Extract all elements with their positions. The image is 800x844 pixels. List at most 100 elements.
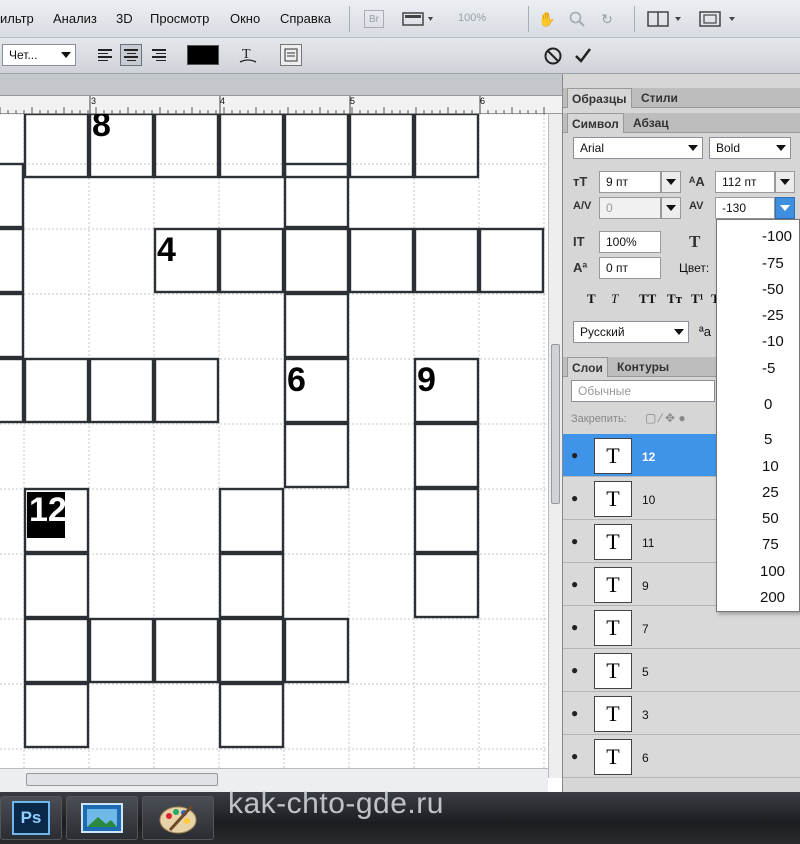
superscript-button[interactable]: T¹ <box>691 291 704 307</box>
eye-icon[interactable]: ● <box>571 706 583 720</box>
tracking-option[interactable]: -5 <box>762 360 775 377</box>
menu-filter[interactable]: ильтр <box>0 11 34 26</box>
tracking-option[interactable]: 10 <box>762 458 779 475</box>
crossword-grid: 8 4 6 9 12 <box>0 114 548 770</box>
scroll-thumb[interactable] <box>551 344 560 504</box>
photoshop-taskbar-button[interactable]: Ps <box>0 796 62 840</box>
menu-analysis[interactable]: Анализ <box>53 11 97 26</box>
menu-view[interactable]: Просмотр <box>150 11 209 26</box>
crossword-cell <box>413 487 480 554</box>
br-icon[interactable]: Br <box>364 10 384 28</box>
menu-separator <box>349 6 350 32</box>
kerning-field[interactable]: 0 <box>599 197 661 219</box>
eye-icon[interactable]: ● <box>571 749 583 763</box>
tab-paths[interactable]: Контуры <box>617 360 669 374</box>
character-panel-icon[interactable] <box>280 44 302 66</box>
tab-styles[interactable]: Стили <box>641 91 678 105</box>
paint-taskbar-button[interactable] <box>142 796 214 840</box>
eye-icon[interactable]: ● <box>571 620 583 634</box>
tracking-option[interactable]: -100 <box>762 228 792 245</box>
kerning-dropdown[interactable] <box>661 197 681 219</box>
tracking-option[interactable]: -50 <box>762 281 784 298</box>
vertical-scale-field[interactable]: 100% <box>599 231 661 253</box>
zoom-level[interactable]: 100% <box>458 12 486 24</box>
faux-italic-button[interactable]: T <box>611 291 618 307</box>
lock-icons[interactable]: ▢ ⁄ ✥ ● <box>645 411 686 425</box>
crossword-cell <box>283 227 350 294</box>
tracking-option[interactable]: -75 <box>762 255 784 272</box>
screen-mode-icon[interactable] <box>402 10 436 28</box>
align-center-button[interactable] <box>120 44 142 66</box>
eye-icon[interactable]: ● <box>571 577 583 591</box>
tracking-option[interactable]: -10 <box>762 333 784 350</box>
language-select[interactable]: Русский <box>573 321 689 343</box>
ruler-label: 3 <box>91 96 97 106</box>
leading-dropdown[interactable] <box>775 171 795 193</box>
menu-help[interactable]: Справка <box>280 11 331 26</box>
tracking-option[interactable]: 5 <box>764 431 772 448</box>
tracking-dropdown-list[interactable]: -100 -75 -50 -25 -10 -5 0 5 10 25 50 75 100 200 <box>716 219 800 612</box>
tab-layers[interactable]: Слои <box>567 357 608 377</box>
tab-swatches[interactable]: Образцы <box>567 88 632 108</box>
hand-tool-icon[interactable]: ✋ <box>538 10 556 28</box>
layer-row[interactable]: ● T 6 <box>563 735 800 778</box>
font-size-field[interactable]: 9 пт <box>599 171 661 193</box>
baseline-shift-field[interactable]: 0 пт <box>599 257 661 279</box>
small-caps-button[interactable]: Tт <box>667 291 682 307</box>
tracking-option[interactable]: -25 <box>762 307 784 324</box>
image-viewer-taskbar-button[interactable] <box>66 796 138 840</box>
document-tab-strip <box>0 74 562 96</box>
faux-bold-button[interactable]: T <box>587 291 596 307</box>
crossword-cell <box>88 617 155 684</box>
cancel-icon[interactable] <box>543 46 563 66</box>
tracking-dropdown[interactable] <box>775 197 795 219</box>
screen-icon[interactable] <box>698 10 740 28</box>
font-style-select[interactable]: Чет... <box>2 44 76 66</box>
eye-icon[interactable]: ● <box>571 663 583 677</box>
blend-mode-select[interactable]: Обычные <box>571 380 715 402</box>
font-size-dropdown[interactable] <box>661 171 681 193</box>
align-right-button[interactable] <box>148 44 170 66</box>
tab-character[interactable]: Символ <box>567 113 624 133</box>
baseline-shift-value: 0 пт <box>606 261 629 275</box>
rotate-view-icon[interactable]: ↻ <box>598 10 616 28</box>
tracking-option[interactable]: 25 <box>762 484 779 501</box>
font-style-panel-select[interactable]: Bold <box>709 137 791 159</box>
crossword-cell <box>283 617 350 684</box>
document-canvas[interactable]: 3 4 5 6 8 4 6 9 12 <box>0 74 562 792</box>
layer-row[interactable]: ● T 7 <box>563 606 800 649</box>
eye-icon[interactable]: ● <box>571 491 583 505</box>
tracking-option[interactable]: 50 <box>762 510 779 527</box>
scroll-thumb[interactable] <box>26 773 218 786</box>
crossword-cell <box>218 114 285 179</box>
warp-text-icon[interactable]: T <box>238 44 258 66</box>
eye-icon[interactable]: ● <box>571 534 583 548</box>
eye-icon[interactable]: ● <box>571 448 583 462</box>
text-color-swatch[interactable] <box>187 45 219 65</box>
tracking-option[interactable]: 200 <box>760 589 785 606</box>
layer-row[interactable]: ● T 5 <box>563 649 800 692</box>
crossword-cell <box>413 227 480 294</box>
menu-3d[interactable]: 3D <box>116 11 133 26</box>
crossword-cell <box>0 162 25 229</box>
menu-window[interactable]: Окно <box>230 11 260 26</box>
tracking-option[interactable]: 0 <box>764 396 772 413</box>
vertical-scrollbar[interactable] <box>548 114 562 778</box>
leading-field[interactable]: 112 пт <box>715 171 775 193</box>
font-size-value: 9 пт <box>606 175 629 189</box>
tracking-option[interactable]: 75 <box>762 536 779 553</box>
font-family-select[interactable]: Arial <box>573 137 703 159</box>
zoom-tool-icon[interactable] <box>568 10 586 28</box>
crossword-cell <box>218 617 285 684</box>
arrange-icon[interactable] <box>646 10 686 28</box>
commit-icon[interactable] <box>573 45 593 65</box>
kerning-value: 0 <box>606 201 613 215</box>
align-left-button[interactable] <box>94 44 116 66</box>
all-caps-button[interactable]: TT <box>639 291 656 307</box>
lock-label: Закрепить: <box>571 413 627 425</box>
layer-row[interactable]: ● T 3 <box>563 692 800 735</box>
watermark-text: kak-chto-gde.ru <box>228 787 444 820</box>
tracking-field[interactable]: -130 <box>715 197 775 219</box>
tab-paragraph[interactable]: Абзац <box>633 116 669 130</box>
tracking-option[interactable]: 100 <box>760 563 785 580</box>
